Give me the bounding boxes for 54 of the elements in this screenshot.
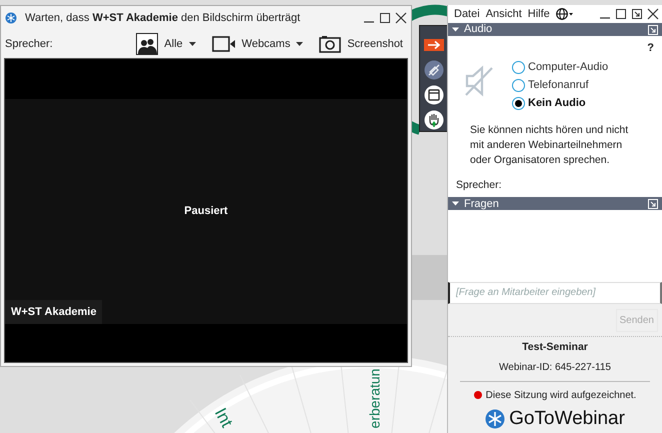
mute-button[interactable] xyxy=(422,59,446,80)
speaker-label: Sprecher: xyxy=(456,178,502,193)
audio-option[interactable]: Telefonanruf xyxy=(512,76,608,95)
background-text: Int xyxy=(210,404,238,432)
close-button[interactable] xyxy=(647,8,659,20)
raise-hand-icon xyxy=(424,110,444,130)
minimize-icon xyxy=(364,21,374,23)
brand-logo-icon xyxy=(485,408,506,429)
maximize-button[interactable] xyxy=(379,12,391,24)
audio-option[interactable]: Kein Audio xyxy=(512,94,608,113)
audio-option[interactable]: Computer-Audio xyxy=(512,58,608,77)
recording-notice: Diese Sitzung wird aufgezeichnet. xyxy=(486,388,636,402)
close-button[interactable] xyxy=(395,12,407,24)
status-text: Pausiert xyxy=(184,204,228,220)
window-title: Warten, dass W+ST Akademie den Bildschirm überträgt xyxy=(25,10,300,26)
menu-item[interactable]: Ansicht xyxy=(482,6,525,22)
question-input-field[interactable]: [Frage an Mitarbeiter eingeben] xyxy=(448,282,662,304)
maximize-icon xyxy=(379,12,391,24)
session-title: Test-Seminar xyxy=(522,340,588,355)
help-link[interactable]: ? xyxy=(647,40,654,57)
undock-icon xyxy=(631,8,643,20)
radio-button[interactable] xyxy=(512,61,525,74)
menu-item[interactable]: Datei xyxy=(451,6,483,22)
camera-button[interactable]: Screenshot xyxy=(315,35,407,53)
webinar-id: Webinar-ID: 645-227-115 xyxy=(499,360,611,374)
maximize-button[interactable] xyxy=(615,8,627,20)
menu-item[interactable]: Hilfe xyxy=(524,6,553,22)
radio-button[interactable] xyxy=(512,79,525,92)
webcam-icon xyxy=(212,36,236,52)
speaker-label: Sprecher: xyxy=(5,36,53,52)
hand-button[interactable] xyxy=(422,110,446,131)
undock-button[interactable] xyxy=(631,8,643,20)
people-icon xyxy=(136,33,158,55)
audio-section-header[interactable]: Audio xyxy=(448,23,662,36)
radio-button[interactable] xyxy=(512,97,525,110)
close-icon xyxy=(647,8,659,20)
recording-dot-icon xyxy=(474,391,482,399)
muted-microphone-icon xyxy=(424,60,444,80)
muted-speaker-icon xyxy=(464,64,494,97)
app-logo-icon xyxy=(5,12,17,24)
questions-section-header[interactable]: Fragen xyxy=(448,197,662,210)
webcam-button[interactable]: Webcams xyxy=(208,36,308,52)
window-icon xyxy=(424,85,444,106)
presenter-label: W+ST Akademie xyxy=(5,300,102,324)
minimize-icon xyxy=(600,17,610,20)
window-button[interactable] xyxy=(422,84,446,106)
people-button[interactable]: Alle xyxy=(132,33,200,55)
undock-icon xyxy=(648,198,658,209)
audio-message: Sie können nichts hören und nicht mit anderen Webinarteilnehmern oder Organisatoren sprechen. xyxy=(470,122,630,168)
maximize-icon xyxy=(615,8,627,20)
brand-name: GoToWebinar xyxy=(509,406,625,430)
background-text: erberatun xyxy=(365,368,384,428)
camera-icon xyxy=(319,35,342,53)
close-icon xyxy=(395,12,407,24)
